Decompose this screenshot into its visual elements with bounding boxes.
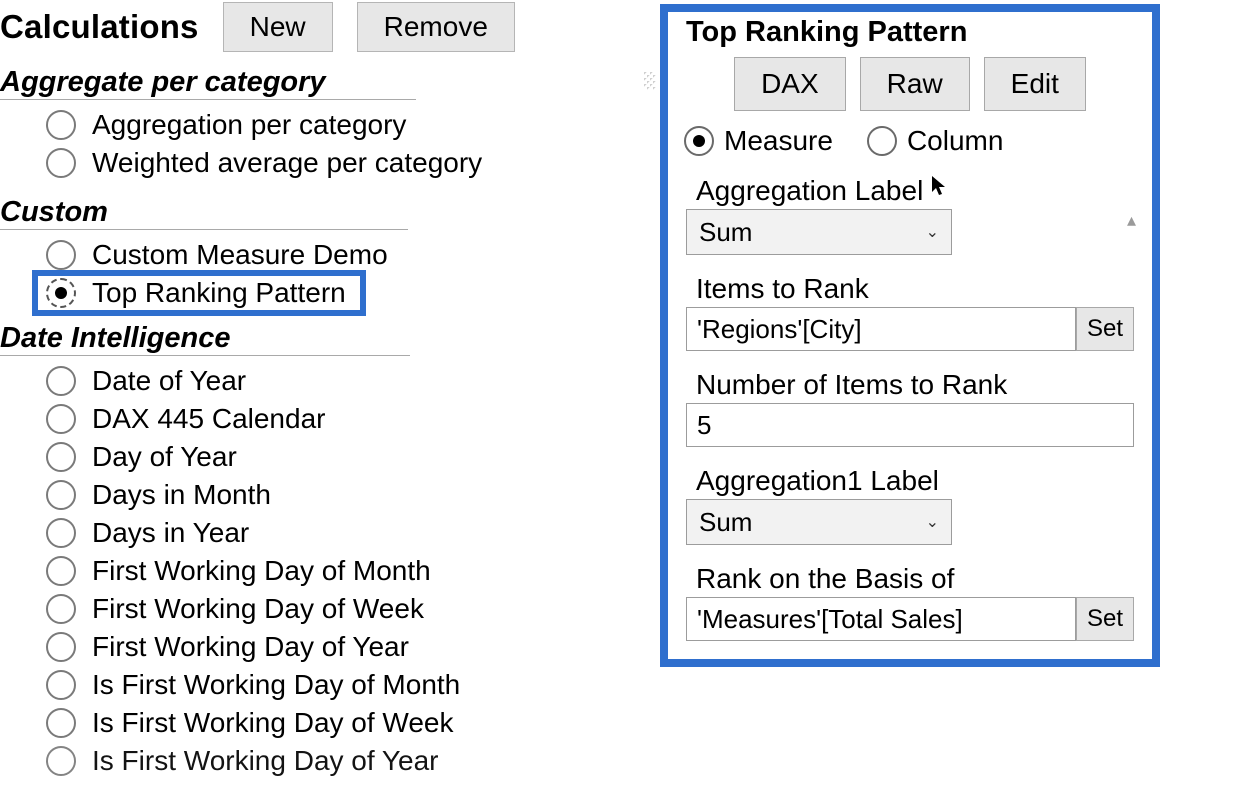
option-days-in-month[interactable]: Days in Month <box>46 476 640 514</box>
calculations-pane: Calculations New Remove Aggregate per ca… <box>0 0 640 780</box>
option-label: First Working Day of Month <box>92 552 431 590</box>
option-label: Day of Year <box>92 438 237 476</box>
radio-icon <box>46 708 76 738</box>
scroll-up-icon[interactable]: ▴ <box>1127 210 1136 231</box>
detail-title: Top Ranking Pattern <box>668 12 1152 51</box>
raw-button[interactable]: Raw <box>860 57 970 111</box>
radio-icon <box>46 366 76 396</box>
radio-icon <box>46 480 76 510</box>
field-rank-basis: Rank on the Basis of Set <box>668 555 1152 641</box>
option-label: Days in Year <box>92 514 249 552</box>
detail-buttons: DAX Raw Edit <box>668 57 1152 111</box>
group-date: Date Intelligence <box>0 322 640 356</box>
new-button[interactable]: New <box>223 2 333 52</box>
field-aggregation: Aggregation Label Sum ⌄ <box>668 167 1152 255</box>
rank-basis-set-button[interactable]: Set <box>1076 597 1134 641</box>
calculations-title: Calculations <box>0 8 199 46</box>
group-aggregate: Aggregate per category <box>0 66 640 100</box>
items-to-rank-set-button[interactable]: Set <box>1076 307 1134 351</box>
option-date-of-year[interactable]: Date of Year <box>46 362 640 400</box>
radio-icon <box>46 594 76 624</box>
group-aggregate-label: Aggregate per category <box>0 66 416 100</box>
chevron-down-icon: ⌄ <box>926 512 939 532</box>
radio-icon <box>46 110 76 140</box>
radio-icon <box>46 556 76 586</box>
edit-button[interactable]: Edit <box>984 57 1086 111</box>
aggregation-label-text: Aggregation Label <box>696 175 923 207</box>
rank-basis-input[interactable] <box>686 597 1076 641</box>
option-label: Date of Year <box>92 362 246 400</box>
option-label: First Working Day of Week <box>92 590 424 628</box>
option-label: Aggregation per category <box>92 106 406 144</box>
option-label: Top Ranking Pattern <box>92 274 346 312</box>
option-dax-445-calendar[interactable]: DAX 445 Calendar <box>46 400 640 438</box>
radio-icon <box>46 240 76 270</box>
chevron-down-icon: ⌄ <box>926 222 939 242</box>
radio-icon <box>46 278 76 308</box>
option-day-of-year[interactable]: Day of Year <box>46 438 640 476</box>
option-label: DAX 445 Calendar <box>92 400 325 438</box>
aggregation1-value: Sum <box>699 507 752 538</box>
radio-icon <box>46 404 76 434</box>
option-label: Is First Working Day of Month <box>92 666 460 704</box>
option-top-ranking-pattern[interactable]: Top Ranking Pattern <box>46 274 358 312</box>
field-number-of-items: Number of Items to Rank <box>668 361 1152 447</box>
option-first-working-day-of-year[interactable]: First Working Day of Year <box>46 628 640 666</box>
aggregation-label: Aggregation Label <box>686 167 1134 209</box>
calculations-header: Calculations New Remove <box>0 0 640 52</box>
radio-icon <box>46 670 76 700</box>
option-is-first-working-day-of-week[interactable]: Is First Working Day of Week <box>46 704 640 742</box>
field-aggregation1: Aggregation1 Label Sum ⌄ <box>668 457 1152 545</box>
mode-row: Measure Column <box>668 111 1152 157</box>
remove-button[interactable]: Remove <box>357 2 515 52</box>
option-first-working-day-of-month[interactable]: First Working Day of Month <box>46 552 640 590</box>
cursor-icon <box>931 175 947 203</box>
radio-icon <box>46 518 76 548</box>
detail-pane: Top Ranking Pattern DAX Raw Edit Measure… <box>660 4 1160 667</box>
aggregation1-combo[interactable]: Sum ⌄ <box>686 499 952 545</box>
radio-icon <box>46 632 76 662</box>
field-items-to-rank: Items to Rank Set <box>668 265 1152 351</box>
option-weighted-avg-per-category[interactable]: Weighted average per category <box>46 144 640 182</box>
group-custom: Custom <box>0 196 640 230</box>
option-label: Is First Working Day of Week <box>92 704 454 742</box>
aggregation-combo[interactable]: Sum ⌄ <box>686 209 952 255</box>
aggregation1-label: Aggregation1 Label <box>686 457 1134 499</box>
group-aggregate-options: Aggregation per category Weighted averag… <box>0 106 640 182</box>
option-label: Custom Measure Demo <box>92 236 388 274</box>
option-first-working-day-of-week[interactable]: First Working Day of Week <box>46 590 640 628</box>
aggregation-value: Sum <box>699 217 752 248</box>
items-to-rank-input[interactable] <box>686 307 1076 351</box>
radio-measure[interactable] <box>684 126 714 156</box>
option-aggregation-per-category[interactable]: Aggregation per category <box>46 106 640 144</box>
option-custom-measure-demo[interactable]: Custom Measure Demo <box>46 236 640 274</box>
group-date-options: Date of Year DAX 445 Calendar Day of Yea… <box>0 362 640 780</box>
pane-splitter[interactable] <box>644 72 656 90</box>
group-date-label: Date Intelligence <box>0 322 410 356</box>
option-label: Is First Working Day of Year <box>92 742 439 780</box>
number-of-items-input[interactable] <box>686 403 1134 447</box>
dax-button[interactable]: DAX <box>734 57 846 111</box>
mode-measure-label: Measure <box>724 125 833 157</box>
option-label: Weighted average per category <box>92 144 482 182</box>
mode-column-label: Column <box>907 125 1003 157</box>
rank-basis-label: Rank on the Basis of <box>686 555 1134 597</box>
option-label: First Working Day of Year <box>92 628 409 666</box>
radio-icon <box>46 746 76 776</box>
option-is-first-working-day-of-year[interactable]: Is First Working Day of Year <box>46 742 640 780</box>
option-label: Days in Month <box>92 476 271 514</box>
items-to-rank-label: Items to Rank <box>686 265 1134 307</box>
group-custom-label: Custom <box>0 196 408 230</box>
radio-icon <box>46 442 76 472</box>
radio-column[interactable] <box>867 126 897 156</box>
option-is-first-working-day-of-month[interactable]: Is First Working Day of Month <box>46 666 640 704</box>
radio-icon <box>46 148 76 178</box>
group-custom-options: Custom Measure Demo Top Ranking Pattern <box>0 236 640 312</box>
option-days-in-year[interactable]: Days in Year <box>46 514 640 552</box>
number-of-items-label: Number of Items to Rank <box>686 361 1134 403</box>
